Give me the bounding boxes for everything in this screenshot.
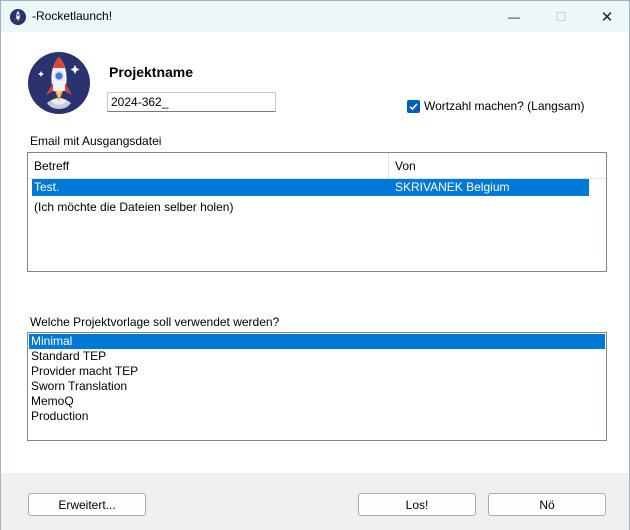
email-subject: (Ich möchte die Dateien selber holen) [34,200,234,214]
wordcount-checkbox-row[interactable]: Wortzahl machen? (Langsam) [407,99,585,113]
go-button[interactable]: Los! [358,493,476,516]
close-icon: ✕ [600,8,614,26]
maximize-button[interactable]: ☐ [538,1,584,32]
email-subject: Test. [34,180,60,194]
template-option-standard-tep[interactable]: Standard TEP [29,349,605,364]
window-title: -Rocketlaunch! [32,9,113,23]
maximize-icon: ☐ [555,9,567,24]
minimize-icon: — [508,9,520,24]
template-option-production[interactable]: Production [29,409,605,424]
advanced-button[interactable]: Erweitert... [28,493,146,516]
rocketlaunch-window: -Rocketlaunch! — ☐ ✕ Projektname 2024-36… [0,0,630,530]
project-name-input[interactable] [107,92,276,112]
wordcount-checkbox[interactable] [407,99,420,113]
template-listbox[interactable]: Minimal Standard TEP Provider macht TEP … [27,332,607,441]
wordcount-label: Wortzahl machen? (Langsam) [424,99,585,113]
column-header-subject[interactable]: Betreff [28,153,389,179]
checkmark-icon [409,102,418,110]
no-button[interactable]: Nö [488,493,606,516]
project-name-label: Projektname [109,64,194,80]
email-row[interactable]: Test. SKRIVANEK Belgium [32,179,589,196]
email-sender: SKRIVANEK Belgium [395,180,510,194]
title-bar[interactable]: -Rocketlaunch! — ☐ ✕ [1,1,629,32]
template-option-memoq[interactable]: MemoQ [29,394,605,409]
email-listview[interactable]: Betreff Von Test. SKRIVANEK Belgium (Ich… [27,152,607,272]
template-option-provider-tep[interactable]: Provider macht TEP [29,364,605,379]
column-header-from[interactable]: Von [389,153,589,179]
button-bar: Erweitert... Los! Nö [1,473,629,530]
template-option-minimal[interactable]: Minimal [29,334,605,349]
rocket-logo [27,51,91,115]
email-section-label: Email mit Ausgangsdatei [30,134,162,148]
template-option-sworn-translation[interactable]: Sworn Translation [29,379,605,394]
rocket-app-icon [10,9,26,25]
minimize-button[interactable]: — [491,1,537,32]
close-button[interactable]: ✕ [584,1,630,32]
email-row[interactable]: (Ich möchte die Dateien selber holen) [32,199,589,216]
listview-header: Betreff Von [28,153,606,179]
template-section-label: Welche Projektvorlage soll verwendet wer… [30,315,280,329]
